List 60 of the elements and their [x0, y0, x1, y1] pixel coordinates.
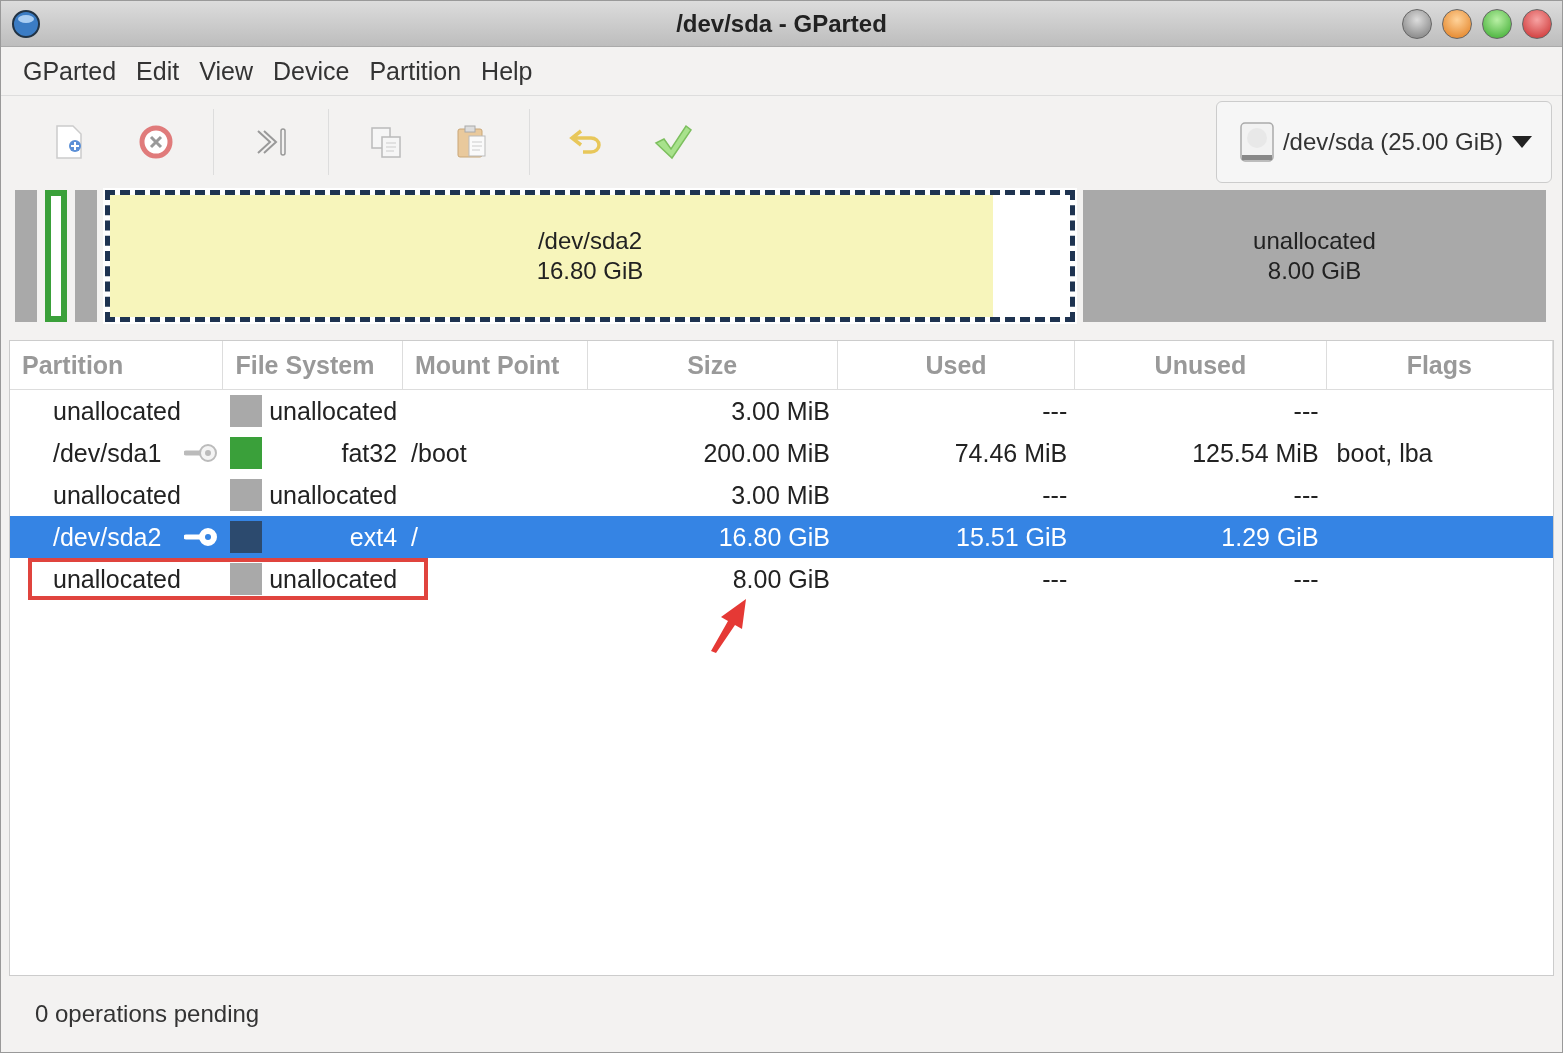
- table-cell: 3.00 MiB: [731, 396, 830, 426]
- table-cell: boot, lba: [1336, 438, 1433, 468]
- file-system-text: unallocated: [269, 480, 399, 510]
- file-system-text: fat32: [341, 438, 399, 468]
- file-system-text: ext4: [349, 522, 399, 552]
- table-cell: ---: [1042, 564, 1068, 594]
- segment-name: unallocated: [1253, 226, 1376, 256]
- table-row[interactable]: /dev/sda1 fat32 /boot 200.00 MiB 74.46 MiB 125.54 MiB boot, lba: [10, 432, 1553, 474]
- table-row[interactable]: /dev/sda2 ext4 / 16.80 GiB 15.51 GiB 1.29 GiB: [10, 516, 1553, 558]
- maximize-button[interactable]: [1482, 8, 1512, 39]
- checkmark-icon[interactable]: [653, 123, 693, 161]
- table-cell: /boot: [411, 438, 467, 468]
- table-cell: 1.29 GiB: [1221, 522, 1319, 552]
- partition-segment[interactable]: /dev/sda2 16.80 GiB: [105, 190, 1075, 322]
- segment-name: /dev/sda2: [537, 226, 643, 256]
- table-cell: ---: [1293, 564, 1319, 594]
- file-system-text: unallocated: [269, 396, 399, 426]
- table-cell: 3.00 MiB: [731, 480, 830, 510]
- table-cell: 16.80 GiB: [718, 522, 830, 552]
- table-cell: /: [411, 522, 418, 552]
- caret-icon: [1511, 135, 1533, 149]
- window-title: /dev/sda - GParted: [676, 9, 887, 38]
- partition-name: unallocated: [53, 480, 181, 510]
- file-system-text: unallocated: [269, 564, 399, 594]
- app-orb-icon: [11, 8, 41, 39]
- shade-button[interactable]: [1402, 8, 1432, 39]
- partition-name: /dev/sda1: [53, 438, 162, 468]
- table-row[interactable]: unallocated unallocated 8.00 GiB --- ---: [10, 558, 1553, 600]
- menu-item[interactable]: GParted: [13, 56, 127, 86]
- partition-name: unallocated: [53, 396, 181, 426]
- table-cell: 125.54 MiB: [1192, 438, 1319, 468]
- table-cell: ---: [1042, 480, 1068, 510]
- table-row[interactable]: unallocated unallocated 3.00 MiB --- ---: [10, 390, 1553, 432]
- annotation-arrow: [708, 597, 748, 653]
- menu-item[interactable]: Device: [262, 56, 360, 86]
- minimize-button[interactable]: [1442, 8, 1472, 39]
- close-button[interactable]: [1522, 8, 1552, 39]
- table-cell: 15.51 GiB: [956, 522, 1068, 552]
- table-cell: 8.00 GiB: [732, 564, 830, 594]
- segment-size: 8.00 GiB: [1267, 256, 1362, 286]
- table-cell: 74.46 MiB: [954, 438, 1068, 468]
- partition-name: /dev/sda2: [53, 522, 162, 552]
- device-dropdown[interactable]: /dev/sda (25.00 GiB): [1215, 101, 1552, 183]
- status-text: 0 operations pending: [35, 1000, 260, 1028]
- unallocated-segment[interactable]: unallocated 8.00 GiB: [1083, 190, 1546, 322]
- menu-item[interactable]: Help: [471, 56, 543, 86]
- table-cell: 200.00 MiB: [703, 438, 830, 468]
- clipboard-icon[interactable]: [455, 124, 489, 160]
- partition-name: unallocated: [53, 564, 181, 594]
- partition-segment[interactable]: [45, 190, 67, 322]
- table-row[interactable]: unallocated unallocated 3.00 MiB --- ---: [10, 474, 1553, 516]
- table-cell: ---: [1042, 396, 1068, 426]
- menu-item[interactable]: Partition: [359, 56, 472, 86]
- menu-item[interactable]: Edit: [126, 56, 190, 86]
- menu-item[interactable]: View: [189, 56, 263, 86]
- delete-icon[interactable]: [138, 124, 174, 160]
- table-cell: ---: [1293, 396, 1319, 426]
- segment-size: 16.80 GiB: [536, 256, 644, 286]
- copy-icon[interactable]: [369, 125, 403, 159]
- table-cell: ---: [1293, 480, 1319, 510]
